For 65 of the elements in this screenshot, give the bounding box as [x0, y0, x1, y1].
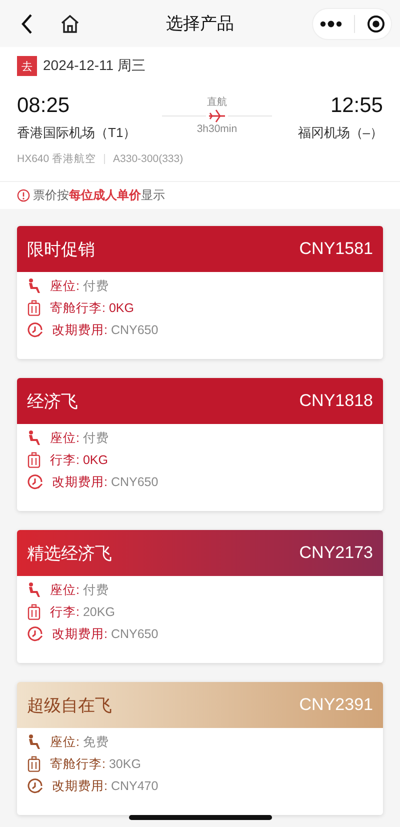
- feature-value: 免费: [82, 734, 109, 748]
- suitcase-icon: [27, 452, 41, 468]
- feature-value: CNY650: [110, 474, 158, 488]
- product-card[interactable]: 超级自在飞 CNY2391 座位: 免费 寄舱行李: 30KG 改期费用: CNY470: [17, 682, 383, 815]
- feature-label: 行李:: [50, 604, 80, 618]
- feature-label: 改期费用:: [52, 626, 108, 640]
- feature-value: CNY650: [110, 626, 158, 640]
- aircraft-type: A330-300(333): [113, 153, 184, 165]
- clock-icon: [27, 778, 43, 794]
- feature-value: 20KG: [82, 604, 115, 618]
- clock-icon: [27, 626, 43, 642]
- seat-icon: [27, 430, 41, 446]
- feature-value: 付费: [82, 430, 109, 444]
- arrival-time: 12:55: [330, 93, 383, 119]
- feature-value: 0KG: [82, 452, 108, 466]
- product-name: 精选经济飞: [27, 542, 112, 564]
- seat-icon: [27, 278, 41, 294]
- product-price: CNY1818: [299, 391, 373, 411]
- feature-value: 付费: [82, 582, 109, 596]
- flight-duration: 3h30min: [196, 123, 238, 135]
- suitcase-icon: [27, 756, 41, 772]
- info-icon: [17, 189, 30, 202]
- product-card[interactable]: 经济飞 CNY1818 座位: 付费 行李: 0KG 改期费用: CNY650: [17, 378, 383, 511]
- feature-label: 寄舱行李:: [50, 756, 106, 770]
- product-name: 超级自在飞: [27, 694, 112, 716]
- feature-label: 座位:: [50, 734, 80, 748]
- feature-label: 改期费用:: [52, 778, 108, 792]
- arrival-airport: 福冈机场（–）: [298, 124, 383, 142]
- feature-value: 0KG: [108, 300, 134, 314]
- flight-number: HX640 香港航空: [17, 152, 96, 166]
- more-icon[interactable]: [318, 20, 343, 28]
- back-icon[interactable]: [20, 12, 34, 34]
- departure-airport: 香港国际机场（T1）: [17, 124, 136, 142]
- airplane-icon: [162, 109, 272, 123]
- feature-label: 座位:: [50, 278, 80, 292]
- seat-icon: [27, 582, 41, 598]
- product-price: CNY1581: [299, 239, 373, 259]
- home-icon[interactable]: [60, 14, 80, 34]
- direction-badge: 去: [17, 56, 37, 76]
- page-title: 选择产品: [165, 13, 235, 35]
- departure-time: 08:25: [17, 93, 71, 119]
- product-price: CNY2391: [299, 695, 373, 715]
- feature-label: 改期费用:: [52, 474, 108, 488]
- feature-value: 付费: [82, 278, 109, 292]
- feature-value: 30KG: [108, 756, 141, 770]
- product-card[interactable]: 限时促销 CNY1581 座位: 付费 寄舱行李: 0KG 改期费用: CNY650: [17, 226, 383, 359]
- feature-label: 改期费用:: [52, 322, 108, 336]
- clock-icon: [27, 322, 43, 338]
- flight-type: 直航: [206, 96, 227, 109]
- product-card[interactable]: 精选经济飞 CNY2173 座位: 付费 行李: 20KG 改期费用: CNY650: [17, 530, 383, 663]
- feature-label: 座位:: [50, 582, 80, 596]
- suitcase-icon: [27, 300, 41, 316]
- suitcase-icon: [27, 604, 41, 620]
- feature-label: 寄舱行李:: [50, 300, 106, 314]
- feature-value: CNY650: [110, 322, 158, 336]
- product-name: 经济飞: [27, 390, 78, 412]
- feature-value: CNY470: [110, 778, 158, 792]
- price-notice: 票价按每位成人单价显示: [33, 187, 165, 204]
- flight-date: 2024-12-11 周三: [43, 57, 146, 75]
- product-name: 限时促销: [27, 238, 95, 260]
- feature-label: 座位:: [50, 430, 80, 444]
- clock-icon: [27, 474, 43, 490]
- seat-icon: [27, 734, 41, 750]
- feature-label: 行李:: [50, 452, 80, 466]
- product-price: CNY2173: [299, 543, 373, 563]
